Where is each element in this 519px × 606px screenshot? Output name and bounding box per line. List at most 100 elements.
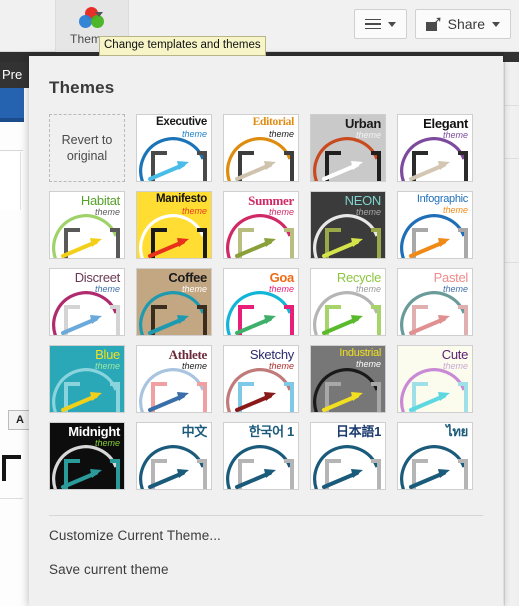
themes-grid: Revert to original Executive theme Editori… <box>29 98 503 490</box>
theme-name: Habitat <box>80 193 120 208</box>
gauge-arrow-icon <box>311 445 385 489</box>
gauge-arrow-icon <box>50 368 124 412</box>
theme-thumbnail-elegant[interactable]: Elegant theme <box>397 114 473 182</box>
theme-thumbnail-cute[interactable]: Cute theme <box>397 345 473 413</box>
theme-thumbnail-urban[interactable]: Urban theme <box>310 114 386 182</box>
theme-cell[interactable]: Executive theme <box>136 114 212 182</box>
app-root: Themes ➚ Share Pre A Themes Revert to or… <box>0 0 519 606</box>
gauge-arrow-icon <box>224 368 298 412</box>
theme-cell[interactable]: Sketchy theme <box>223 345 299 413</box>
slide-highlight <box>0 88 24 121</box>
hamburger-icon <box>364 18 381 30</box>
theme-thumbnail-habitat[interactable]: Habitat theme <box>49 191 125 259</box>
gauge-arrow-icon <box>137 137 211 181</box>
theme-cell[interactable]: Habitat theme <box>49 191 125 259</box>
gauge-arrow-icon <box>311 137 385 181</box>
presentation-tab[interactable]: Pre <box>0 62 30 88</box>
theme-thumbnail-coffee[interactable]: Coffee theme <box>136 268 212 336</box>
gauge-arrow-icon <box>50 214 124 258</box>
gauge-arrow-icon <box>137 368 211 412</box>
theme-thumbnail-discreet[interactable]: Discreet theme <box>49 268 125 336</box>
chevron-down-icon[interactable] <box>95 12 103 17</box>
slide-thumbnail[interactable] <box>0 152 21 210</box>
theme-thumbnail-neon[interactable]: NEON theme <box>310 191 386 259</box>
menu-button[interactable] <box>353 9 407 39</box>
theme-name: 中文 <box>181 424 208 439</box>
theme-cell[interactable]: Coffee theme <box>136 268 212 336</box>
gauge-arrow-icon <box>311 291 385 335</box>
theme-cell[interactable]: 中文 <box>136 422 212 490</box>
theme-name: Infographic <box>416 193 468 205</box>
theme-cell[interactable]: 한국어 1 <box>223 422 299 490</box>
theme-cell[interactable]: Cute theme <box>397 345 473 413</box>
gauge-arrow-icon <box>50 445 124 489</box>
divider <box>504 105 519 106</box>
bracket-shape <box>2 455 23 481</box>
chevron-down-icon <box>492 21 500 27</box>
theme-thumbnail-executive[interactable]: Executive theme <box>136 114 212 182</box>
gauge-arrow-icon <box>224 214 298 258</box>
theme-name: Coffee <box>168 270 207 285</box>
theme-name: Urban <box>344 116 381 131</box>
theme-thumbnail-中文[interactable]: 中文 <box>136 422 212 490</box>
theme-cell[interactable]: Discreet theme <box>49 268 125 336</box>
slide-highlight-edge <box>0 118 24 122</box>
gauge-arrow-icon <box>398 137 472 181</box>
theme-thumbnail-blue[interactable]: Blue theme <box>49 345 125 413</box>
theme-thumbnail-goa[interactable]: Goa theme <box>223 268 299 336</box>
theme-name: Sketchy <box>249 347 294 362</box>
divider <box>0 498 23 499</box>
theme-cell[interactable]: Elegant theme <box>397 114 473 182</box>
theme-cell[interactable]: Summer theme <box>223 191 299 259</box>
toolbar-right-group: ➚ Share <box>353 9 511 39</box>
theme-cell[interactable]: Goa theme <box>223 268 299 336</box>
theme-thumbnail-pastel[interactable]: Pastel theme <box>397 268 473 336</box>
theme-cell[interactable]: Industrial theme <box>310 345 386 413</box>
panel-title: Themes <box>49 78 115 97</box>
theme-name: Executive <box>156 116 207 128</box>
theme-cell[interactable]: Blue theme <box>49 345 125 413</box>
revert-to-original-button[interactable]: Revert to original <box>49 114 125 182</box>
theme-thumbnail-sketchy[interactable]: Sketchy theme <box>223 345 299 413</box>
theme-cell[interactable]: ไทย <box>397 422 473 490</box>
theme-cell[interactable]: Editorial theme <box>223 114 299 182</box>
gauge-arrow-icon <box>137 214 211 258</box>
gauge-arrow-icon <box>50 291 124 335</box>
theme-cell[interactable]: Midnight theme <box>49 422 125 490</box>
theme-name: ไทย <box>446 424 468 439</box>
theme-cell[interactable]: Recycle theme <box>310 268 386 336</box>
theme-cell[interactable]: Athlete theme <box>136 345 212 413</box>
theme-thumbnail-manifesto[interactable]: Manifesto theme <box>136 191 212 259</box>
app-right-column <box>504 62 519 606</box>
theme-thumbnail-editorial[interactable]: Editorial theme <box>223 114 299 182</box>
save-current-theme-item[interactable]: Save current theme <box>49 562 169 577</box>
theme-thumbnail-infographic[interactable]: Infographic theme <box>397 191 473 259</box>
gauge-arrow-icon <box>137 291 211 335</box>
tooltip: Change templates and themes <box>99 36 266 56</box>
theme-name: Editorial <box>252 116 295 128</box>
theme-thumbnail-ไทย[interactable]: ไทย <box>397 422 473 490</box>
theme-name: Recycle <box>336 270 381 285</box>
theme-cell[interactable]: NEON theme <box>310 191 386 259</box>
customize-current-theme-item[interactable]: Customize Current Theme... <box>49 528 221 543</box>
gauge-arrow-icon <box>137 445 211 489</box>
gauge-arrow-icon <box>398 291 472 335</box>
theme-cell[interactable]: Pastel theme <box>397 268 473 336</box>
theme-cell[interactable]: Infographic theme <box>397 191 473 259</box>
theme-cell[interactable]: Manifesto theme <box>136 191 212 259</box>
theme-thumbnail-日本語1[interactable]: 日本語1 <box>310 422 386 490</box>
theme-thumbnail-summer[interactable]: Summer theme <box>223 191 299 259</box>
share-button-label: Share <box>447 16 485 32</box>
theme-thumbnail-recycle[interactable]: Recycle theme <box>310 268 386 336</box>
share-button[interactable]: ➚ Share <box>414 9 511 39</box>
revert-to-original-cell[interactable]: Revert to original <box>49 114 125 182</box>
theme-name: Manifesto <box>156 193 207 205</box>
theme-cell[interactable]: 日本語1 <box>310 422 386 490</box>
theme-label: Editorial theme <box>224 116 298 139</box>
gauge-arrow-icon <box>224 291 298 335</box>
theme-thumbnail-midnight[interactable]: Midnight theme <box>49 422 125 490</box>
theme-thumbnail-industrial[interactable]: Industrial theme <box>310 345 386 413</box>
theme-thumbnail-한국어-1[interactable]: 한국어 1 <box>223 422 299 490</box>
theme-cell[interactable]: Urban theme <box>310 114 386 182</box>
theme-thumbnail-athlete[interactable]: Athlete theme <box>136 345 212 413</box>
